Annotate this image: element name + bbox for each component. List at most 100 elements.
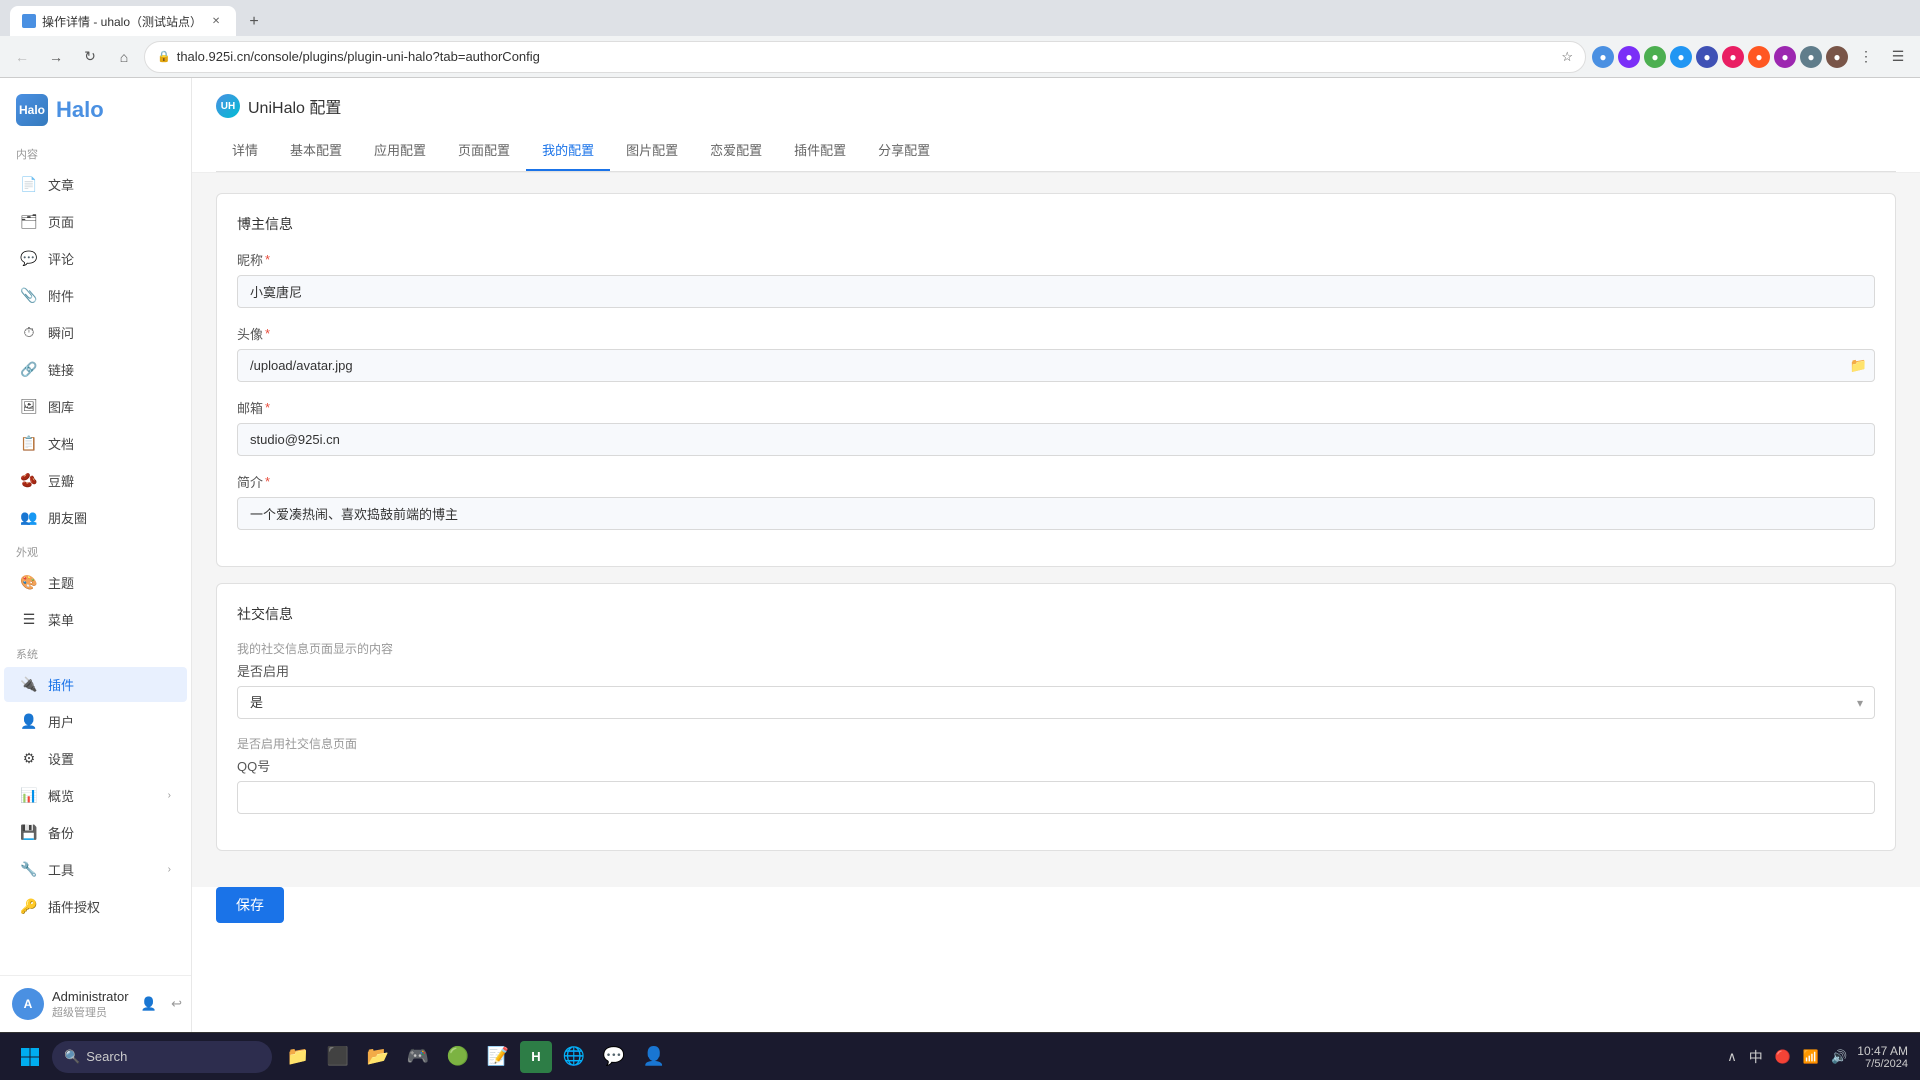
sidebar-label-backup: 备份 [48, 823, 74, 842]
sidebar-label-plugins: 插件 [48, 675, 74, 694]
users-icon: 👤 [20, 713, 38, 731]
ext-icon-9[interactable]: ● [1800, 46, 1822, 68]
tray-datetime[interactable]: 10:47 AM 7/5/2024 [1857, 1044, 1908, 1070]
ext-icon-6[interactable]: ● [1722, 46, 1744, 68]
enable-field: 是否启用 是 否 [237, 661, 1875, 719]
taskbar-search-icon: 🔍 [64, 1049, 80, 1065]
taskbar-app-person[interactable]: 👤 [636, 1039, 672, 1075]
ext-icon-8[interactable]: ● [1774, 46, 1796, 68]
tools-arrow-icon: › [168, 864, 171, 875]
sidebar-item-tools[interactable]: 🔧 工具 › [4, 852, 187, 887]
email-input[interactable] [237, 423, 1875, 456]
back-button[interactable]: ← [8, 43, 36, 71]
sidebar-item-backup[interactable]: 💾 备份 [4, 815, 187, 850]
taskbar-app-folder[interactable]: 📂 [360, 1039, 396, 1075]
sidebar-item-links[interactable]: 🔗 链接 [4, 352, 187, 387]
sidebar-item-pages[interactable]: 🗂 页面 [4, 204, 187, 239]
sidebar-label-permissions: 插件授权 [48, 897, 100, 916]
tray-battery-icon[interactable]: 🔴 [1771, 1045, 1795, 1069]
tray-lang-icon[interactable]: 中 [1745, 1043, 1767, 1071]
enable-select[interactable]: 是 否 [237, 686, 1875, 719]
qq-input[interactable] [237, 781, 1875, 814]
avatar-label: 头像 * [237, 324, 1875, 343]
taskbar-app-game[interactable]: 🎮 [400, 1039, 436, 1075]
tray-wifi-icon[interactable]: 📶 [1799, 1045, 1823, 1069]
tab-image[interactable]: 图片配置 [610, 130, 694, 171]
sidebar-item-menus[interactable]: ☰ 菜单 [4, 602, 187, 637]
sidebar-item-plugins[interactable]: 🔌 插件 [4, 667, 187, 702]
extensions-button[interactable]: ⋮ [1852, 43, 1880, 71]
ext-icon-7[interactable]: ● [1748, 46, 1770, 68]
sidebar-item-comments[interactable]: 💬 评论 [4, 241, 187, 276]
sidebar-item-permissions[interactable]: 🔑 插件授权 [4, 889, 187, 924]
sidebar-item-themes[interactable]: 🎨 主题 [4, 565, 187, 600]
sidebar-item-docs[interactable]: 📋 文档 [4, 426, 187, 461]
nickname-input[interactable] [237, 275, 1875, 308]
ext-icon-5[interactable]: ● [1696, 46, 1718, 68]
nickname-field: 昵称 * [237, 250, 1875, 308]
tab-plugin[interactable]: 插件配置 [778, 130, 862, 171]
ext-icon-2[interactable]: ● [1618, 46, 1640, 68]
sidebar-item-friends[interactable]: 👥 朋友圈 [4, 500, 187, 535]
avatar-input[interactable] [237, 349, 1875, 382]
forward-button[interactable]: → [42, 43, 70, 71]
save-button[interactable]: 保存 [216, 887, 284, 923]
qq-label: QQ号 [237, 756, 1875, 775]
sidebar-label-friends: 朋友圈 [48, 508, 87, 527]
sidebar-item-attachments[interactable]: 📎 附件 [4, 278, 187, 313]
ext-icon-10[interactable]: ● [1826, 46, 1848, 68]
sidebar-item-douban[interactable]: 🫘 豆瓣 [4, 463, 187, 498]
home-button[interactable]: ⌂ [110, 43, 138, 71]
avatar-browse-button[interactable]: 📁 [1850, 357, 1867, 374]
social-page-note: 是否启用社交信息页面 [237, 735, 1875, 752]
user-logout-button[interactable]: ↩ [165, 992, 189, 1016]
tray-chevron-icon[interactable]: ∧ [1723, 1045, 1741, 1069]
ext-icon-3[interactable]: ● [1644, 46, 1666, 68]
start-button[interactable] [12, 1039, 48, 1075]
bio-required: * [265, 474, 270, 489]
taskbar-app-notes[interactable]: 📝 [480, 1039, 516, 1075]
sidebar-item-gallery[interactable]: 🖼 图库 [4, 389, 187, 424]
system-tray-icons: ∧ 中 🔴 📶 🔊 [1723, 1043, 1851, 1071]
themes-icon: 🎨 [20, 574, 38, 592]
reload-button[interactable]: ↻ [76, 43, 104, 71]
taskbar-search-bar[interactable]: 🔍 Search [52, 1041, 272, 1073]
logo-text: Halo [56, 97, 104, 123]
tab-close-button[interactable]: ✕ [208, 13, 224, 29]
taskbar-app-h[interactable]: H [520, 1041, 552, 1073]
taskbar-app-chrome[interactable]: 🌐 [556, 1039, 592, 1075]
taskbar: 🔍 Search 📁 ⬛ 📂 🎮 🟢 📝 H 🌐 💬 👤 ∧ 中 🔴 📶 🔊 1… [0, 1032, 1920, 1080]
taskbar-app-green[interactable]: 🟢 [440, 1039, 476, 1075]
page-title-row: UH UniHalo 配置 [216, 94, 1896, 118]
sidebar-item-settings[interactable]: ⚙ 设置 [4, 741, 187, 776]
user-profile-button[interactable]: 👤 [137, 992, 161, 1016]
permissions-icon: 🔑 [20, 898, 38, 916]
browser-tab-active[interactable]: 操作详情 - uhalo（测试站点） ✕ [10, 6, 236, 36]
bio-input[interactable] [237, 497, 1875, 530]
sidebar-item-overview[interactable]: 📊 概览 › [4, 778, 187, 813]
taskbar-app-terminal[interactable]: ⬛ [320, 1039, 356, 1075]
bookmark-icon[interactable]: ☆ [1561, 49, 1573, 65]
tab-detail[interactable]: 详情 [216, 130, 274, 171]
tab-share[interactable]: 分享配置 [862, 130, 946, 171]
sidebar: Halo Halo 内容 📄 文章 🗂 页面 💬 评论 📎 附件 ⏱ 瞬问 🔗 … [0, 78, 192, 1032]
tray-volume-icon[interactable]: 🔊 [1827, 1045, 1851, 1069]
tab-relationship[interactable]: 恋爱配置 [694, 130, 778, 171]
taskbar-app-chat[interactable]: 💬 [596, 1039, 632, 1075]
tab-title: 操作详情 - uhalo（测试站点） [42, 13, 202, 30]
sidebar-item-users[interactable]: 👤 用户 [4, 704, 187, 739]
ext-icon-4[interactable]: ● [1670, 46, 1692, 68]
address-bar[interactable]: 🔒 thalo.925i.cn/console/plugins/plugin-u… [144, 41, 1586, 73]
sidebar-item-moments[interactable]: ⏱ 瞬问 [4, 315, 187, 350]
taskbar-app-file-explorer[interactable]: 📁 [280, 1039, 316, 1075]
new-tab-button[interactable]: + [240, 8, 268, 36]
tab-mine[interactable]: 我的配置 [526, 130, 610, 171]
ext-icon-1[interactable]: ● [1592, 46, 1614, 68]
sidebar-item-articles[interactable]: 📄 文章 [4, 167, 187, 202]
tab-app[interactable]: 应用配置 [358, 130, 442, 171]
browser-menu-button[interactable]: ☰ [1884, 43, 1912, 71]
attachments-icon: 📎 [20, 287, 38, 305]
tab-basic[interactable]: 基本配置 [274, 130, 358, 171]
avatar: A [12, 988, 44, 1020]
tab-page[interactable]: 页面配置 [442, 130, 526, 171]
